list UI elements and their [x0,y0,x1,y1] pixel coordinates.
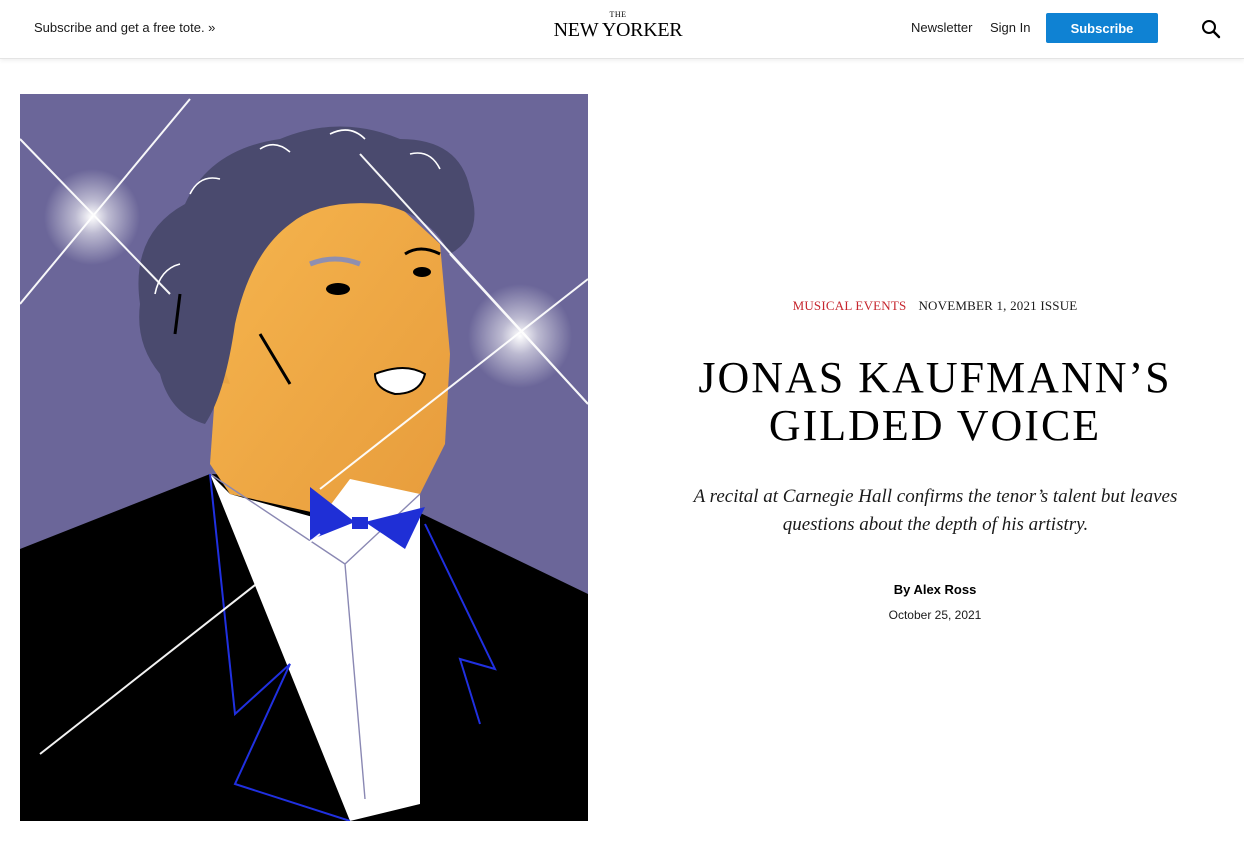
publish-date: October 25, 2021 [888,608,982,622]
article-dek: A recital at Carnegie Hall confirms the … [693,486,1178,535]
article-rubric-line: MUSICAL EVENTS NOVEMBER 1, 2021 ISSUE [620,298,1244,314]
subscribe-promo-link[interactable]: Subscribe and get a free tote. » [34,20,215,35]
headline-line-1: JONAS KAUFMANN’S [698,353,1172,402]
newsletter-link[interactable]: Newsletter [911,20,972,35]
sign-in-link[interactable]: Sign In [990,20,1030,35]
new-yorker-logo[interactable]: THE NEW YORKER [550,10,686,46]
byline-prefix: By [893,582,914,597]
hero-illustration [20,94,588,821]
tenor-portrait-illustration [20,94,588,821]
author-link[interactable]: Alex Ross [913,582,976,597]
logo-the: THE [609,10,627,19]
site-header: Subscribe and get a free tote. » THE NEW… [0,0,1244,59]
article-headline: JONAS KAUFMANN’S GILDED VOICE [620,354,1244,450]
issue-link[interactable]: NOVEMBER 1, 2021 ISSUE [918,298,1077,313]
subscribe-button[interactable]: Subscribe [1046,13,1158,43]
headline-line-2: GILDED VOICE [768,401,1102,450]
rubric-link[interactable]: MUSICAL EVENTS [793,298,907,313]
search-icon[interactable] [1201,19,1221,39]
byline: By Alex Ross [620,582,1244,597]
logo-wordmark: NEW YORKER [553,19,683,41]
